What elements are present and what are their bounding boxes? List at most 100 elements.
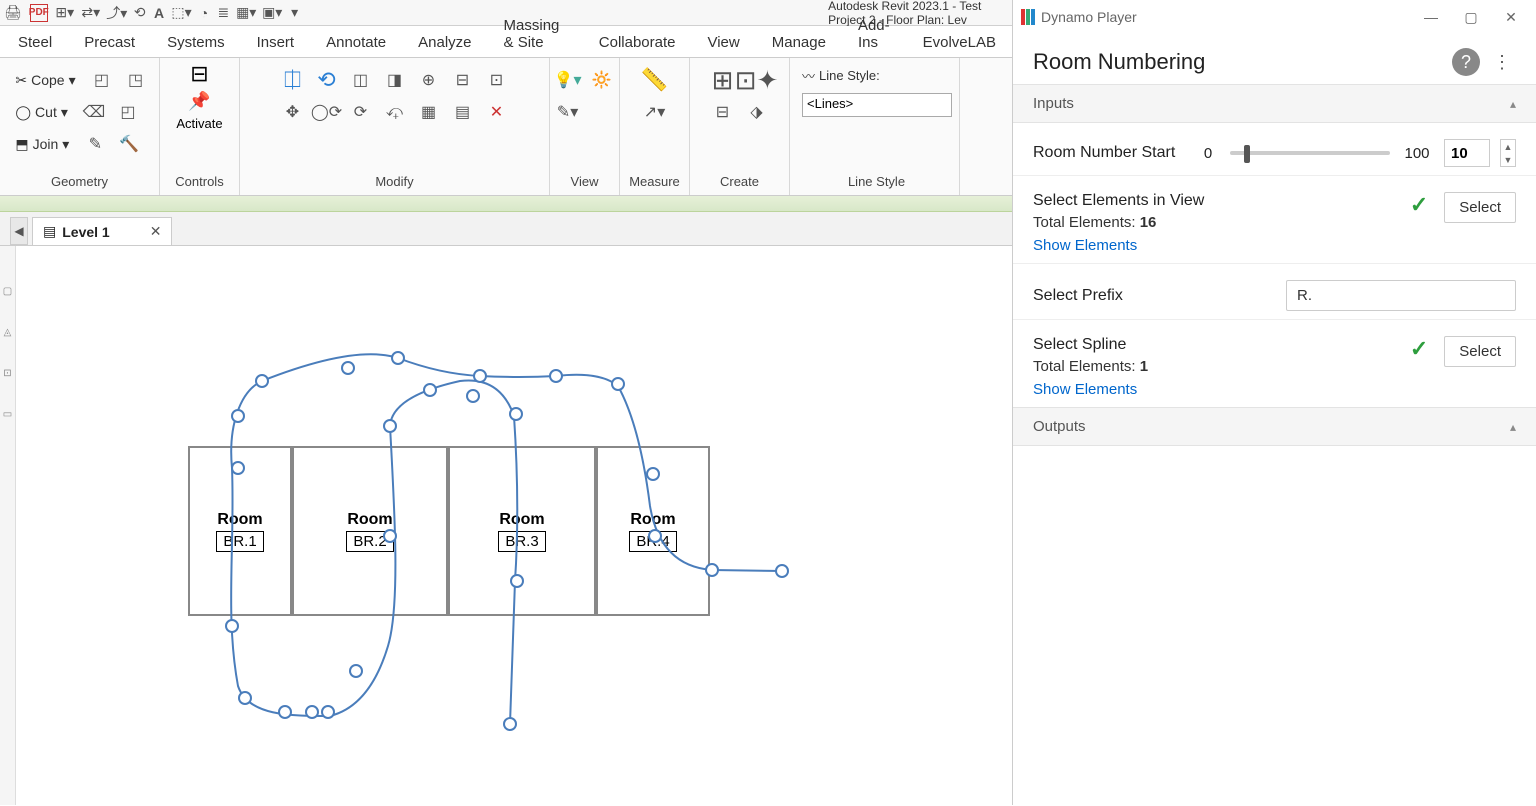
geom-icon-1[interactable]: ◰ [88, 66, 116, 94]
room-number: BR.3 [498, 531, 545, 552]
input-label: Select Elements in View [1033, 192, 1400, 210]
overflow-icon[interactable]: ▾ [289, 4, 300, 22]
offset-icon[interactable]: ⟲ [313, 66, 341, 94]
close-icon[interactable]: ✕ [150, 223, 162, 240]
mirror-icon[interactable]: ◫ [347, 66, 375, 94]
tab-systems[interactable]: Systems [151, 28, 241, 57]
room-1[interactable]: Room BR.1 [188, 446, 292, 616]
group-icon[interactable]: ▤ [449, 98, 477, 126]
page-icon[interactable]: ▣▾ [263, 4, 281, 22]
create-icon-2[interactable]: ⊡✦ [743, 66, 771, 94]
show-elements-link[interactable]: Show Elements [1033, 381, 1137, 398]
input-label: Select Prefix [1033, 287, 1276, 305]
tab-insert[interactable]: Insert [241, 28, 311, 57]
room-label: Room [630, 511, 675, 529]
slider[interactable] [1230, 151, 1390, 155]
copy-icon[interactable]: ◯⟳ [313, 98, 341, 126]
trim-ext-icon[interactable]: ⤽ [381, 98, 409, 126]
view-controls[interactable]: ▢◬⊡▭ [0, 246, 16, 805]
room-4[interactable]: Room BR.4 [596, 446, 710, 616]
join-button[interactable]: ⬒ Join ▾ [9, 134, 75, 155]
panel-title: Line Style [848, 170, 905, 195]
tab-steel[interactable]: Steel [2, 28, 68, 57]
tab-collaborate[interactable]: Collaborate [583, 28, 692, 57]
input-select-elements: Select Elements in View Total Elements: … [1013, 176, 1536, 264]
spinner[interactable]: ▲▼ [1500, 139, 1516, 167]
tab-precast[interactable]: Precast [68, 28, 151, 57]
list-icon[interactable]: ≣ [217, 4, 229, 22]
measure-icon[interactable]: 📏 [641, 66, 669, 94]
canvas[interactable]: ▢◬⊡▭ Room BR.1 Room BR.2 Room BR.3 Room … [0, 246, 1012, 805]
panel-title: Controls [175, 170, 223, 195]
text-icon[interactable]: A [154, 4, 165, 22]
slider-value-input[interactable] [1444, 139, 1490, 167]
tab-annotate[interactable]: Annotate [310, 28, 402, 57]
tab-manage[interactable]: Manage [756, 28, 842, 57]
activate-button[interactable]: ⊟ 📌 Activate [175, 66, 225, 126]
minimize-icon[interactable]: — [1414, 6, 1448, 28]
inputs-header[interactable]: Inputs ▴ [1013, 84, 1536, 123]
geom-icon-5[interactable]: ✎ [81, 130, 109, 158]
dynamo-titlebar[interactable]: Dynamo Player — ▢ ✕ [1013, 0, 1536, 34]
split-icon[interactable]: ⊟ [449, 66, 477, 94]
geom-icon-2[interactable]: ◳ [122, 66, 150, 94]
array-icon[interactable]: ▦ [415, 98, 443, 126]
script-name: Room Numbering [1033, 49, 1444, 75]
cube-icon[interactable]: ⬚▾ [172, 4, 190, 22]
sun-icon[interactable]: 🔆 [588, 66, 616, 94]
maximize-icon[interactable]: ▢ [1454, 6, 1488, 28]
doc-tab-level1[interactable]: ▤Level 1 ✕ [32, 217, 172, 245]
create-icon-4[interactable]: ⬗ [743, 98, 771, 126]
cope-button[interactable]: ✂ Cope ▾ [9, 70, 81, 91]
panel-measure: 📏 ↗▾ Measure [620, 58, 690, 195]
panel-title: Geometry [51, 170, 108, 195]
select-button[interactable]: Select [1444, 192, 1516, 223]
circle-icon[interactable]: ◔ [198, 4, 209, 22]
create-icon-3[interactable]: ⊟ [709, 98, 737, 126]
edit-icon[interactable]: ✎▾ [554, 98, 582, 126]
pdf-icon[interactable]: PDF [30, 4, 48, 22]
close-icon[interactable]: ✕ [1494, 6, 1528, 28]
room-3[interactable]: Room BR.3 [448, 446, 596, 616]
geom-icon-3[interactable]: ⌫ [80, 98, 108, 126]
input-room-number-start: Room Number Start 0 100 ▲▼ [1013, 123, 1536, 176]
rotate-icon[interactable]: ⟲ [134, 4, 146, 22]
trim-icon[interactable]: ⊕ [415, 66, 443, 94]
help-icon[interactable]: ? [1452, 48, 1480, 76]
tab-evolvelab[interactable]: EvolveLAB [907, 28, 1012, 57]
geom-icon-6[interactable]: 🔨 [115, 130, 143, 158]
dimension-icon[interactable]: ⇄▾ [82, 4, 100, 22]
create-icon-1[interactable]: ⊞ [709, 66, 737, 94]
tab-view[interactable]: View [691, 28, 755, 57]
mirror2-icon[interactable]: ◨ [381, 66, 409, 94]
panel-title: Measure [629, 170, 680, 195]
check-icon: ✓ [1410, 192, 1428, 218]
delete-icon[interactable]: ✕ [483, 98, 511, 126]
show-elements-link[interactable]: Show Elements [1033, 237, 1137, 254]
select-button[interactable]: Select [1444, 336, 1516, 367]
align-icon[interactable]: ⊞▾ [56, 4, 74, 22]
tab-analyze[interactable]: Analyze [402, 28, 487, 57]
rotate-icon[interactable]: ⟳ [347, 98, 375, 126]
tag-icon[interactable]: ⤴▾ [108, 4, 126, 22]
print-icon[interactable]: 🖨 [4, 4, 22, 22]
tab-massing[interactable]: Massing & Site [488, 11, 583, 57]
doc-tab-label: Level 1 [62, 224, 109, 240]
outputs-header[interactable]: Outputs ▴ [1013, 407, 1536, 446]
tab-addins[interactable]: Add-Ins [842, 11, 907, 57]
bulb-icon[interactable]: 💡▾ [554, 66, 582, 94]
line-style-select[interactable]: <Lines> [802, 93, 952, 117]
prefix-input[interactable] [1286, 280, 1516, 311]
more-icon[interactable]: ⋮ [1488, 48, 1516, 76]
input-label: Room Number Start [1033, 144, 1186, 162]
move-icon[interactable]: ✥ [279, 98, 307, 126]
tab-scroll-left[interactable]: ◀ [10, 217, 28, 245]
geom-icon-4[interactable]: ◰ [114, 98, 142, 126]
dynamo-logo-icon [1021, 9, 1035, 25]
align-icon[interactable]: ⎅ [279, 66, 307, 94]
measure2-icon[interactable]: ↗▾ [641, 98, 669, 126]
grid-icon[interactable]: ▦▾ [237, 4, 255, 22]
gap-icon[interactable]: ⊡ [483, 66, 511, 94]
cut-button[interactable]: ◯ Cut ▾ [9, 102, 74, 123]
room-2[interactable]: Room BR.2 [292, 446, 448, 616]
